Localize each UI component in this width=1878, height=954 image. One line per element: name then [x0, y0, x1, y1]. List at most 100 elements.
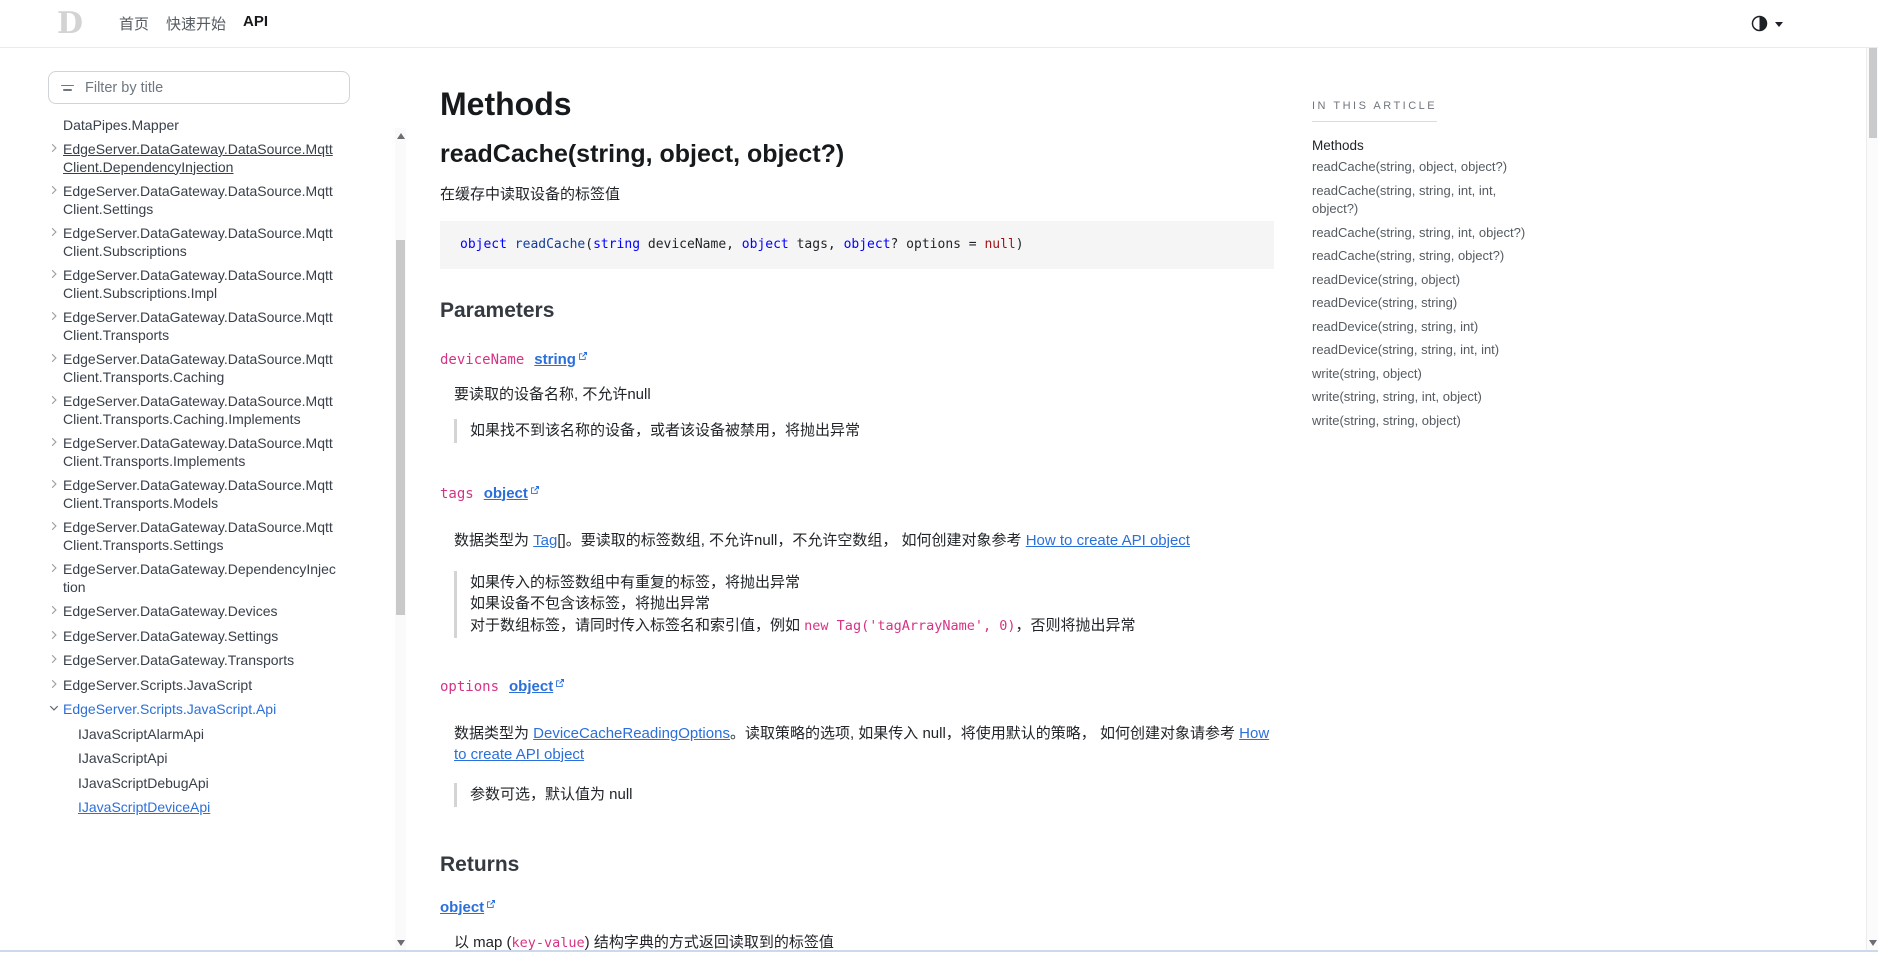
- article-toc-link[interactable]: readCache(string, string, int, int, obje…: [1312, 182, 1538, 219]
- article-toc-root-link[interactable]: Methods: [1312, 138, 1538, 153]
- article-toc-link[interactable]: readCache(string, object, object?): [1312, 158, 1538, 177]
- inline-link[interactable]: How to create API object: [1026, 532, 1190, 549]
- sidebar-item[interactable]: EdgeServer.DataGateway.DataSource.MqttCl…: [48, 306, 350, 348]
- chevron-right-icon[interactable]: [48, 678, 63, 690]
- site-logo[interactable]: D: [57, 9, 83, 39]
- window-scrollbar-thumb[interactable]: [1869, 38, 1877, 138]
- sidebar-item-label[interactable]: EdgeServer.DataGateway.Settings: [63, 628, 339, 646]
- chevron-right-icon[interactable]: [48, 478, 63, 490]
- scroll-up-arrow-icon[interactable]: [397, 133, 405, 139]
- parameter-type-label: object: [509, 678, 553, 695]
- sidebar-item-label[interactable]: EdgeServer.DataGateway.DataSource.MqttCl…: [63, 393, 339, 428]
- sidebar-item-label[interactable]: EdgeServer.Scripts.JavaScript.Api: [63, 701, 339, 719]
- inline-link[interactable]: Tag: [533, 532, 557, 549]
- code-token: tags,: [789, 237, 844, 252]
- chevron-right-icon[interactable]: [48, 310, 63, 322]
- sidebar-item[interactable]: EdgeServer.DataGateway.DataSource.MqttCl…: [48, 348, 350, 390]
- sidebar-item-label[interactable]: EdgeServer.DataGateway.DataSource.MqttCl…: [63, 435, 339, 470]
- sidebar-item-label[interactable]: IJavaScriptDebugApi: [78, 775, 350, 793]
- text-part: key-value: [512, 935, 585, 951]
- scroll-down-arrow-icon[interactable]: [397, 940, 405, 946]
- parameter-type-link[interactable]: string: [534, 351, 588, 368]
- sidebar-item[interactable]: EdgeServer.DataGateway.DataSource.MqttCl…: [48, 222, 350, 264]
- chevron-right-icon[interactable]: [48, 702, 63, 714]
- article-toc-link[interactable]: write(string, string, int, object): [1312, 388, 1538, 407]
- sidebar-item[interactable]: EdgeServer.DataGateway.DataSource.MqttCl…: [48, 432, 350, 474]
- sidebar-scrollbar-thumb[interactable]: [396, 240, 405, 615]
- filter-box[interactable]: [48, 71, 350, 104]
- sidebar-item[interactable]: EdgeServer.Scripts.JavaScript: [48, 673, 350, 698]
- sidebar-item[interactable]: EdgeServer.DataGateway.DependencyInjecti…: [48, 558, 350, 600]
- chevron-right-icon[interactable]: [48, 226, 63, 238]
- returns-heading: Returns: [440, 851, 1274, 879]
- inline-link[interactable]: DeviceCacheReadingOptions: [533, 725, 730, 742]
- scroll-down-arrow-icon[interactable]: [1869, 940, 1877, 946]
- sidebar-scrollbar[interactable]: [395, 128, 406, 952]
- sidebar-item[interactable]: EdgeServer.Scripts.JavaScript.Api: [48, 698, 350, 723]
- chevron-right-icon[interactable]: [48, 436, 63, 448]
- sidebar-item-label[interactable]: EdgeServer.DataGateway.Transports: [63, 652, 339, 670]
- article-toc-link[interactable]: readDevice(string, string, int): [1312, 318, 1538, 337]
- sidebar-item[interactable]: EdgeServer.DataGateway.DataSource.MqttCl…: [48, 390, 350, 432]
- sidebar-item-label[interactable]: EdgeServer.DataGateway.DataSource.MqttCl…: [63, 141, 339, 176]
- chevron-right-icon[interactable]: [48, 142, 63, 154]
- sidebar-item-label[interactable]: EdgeServer.DataGateway.DependencyInjecti…: [63, 561, 339, 596]
- method-summary: 在缓存中读取设备的标签值: [440, 184, 1274, 205]
- sidebar-item[interactable]: EdgeServer.DataGateway.Settings: [48, 624, 350, 649]
- parameter-type-link[interactable]: object: [509, 678, 565, 695]
- sidebar-item[interactable]: EdgeServer.DataGateway.Devices: [48, 600, 350, 625]
- article-toc-link[interactable]: readDevice(string, object): [1312, 271, 1538, 290]
- article-toc-link[interactable]: readCache(string, string, object?): [1312, 247, 1538, 266]
- sidebar-item-label[interactable]: DataPipes.Mapper: [63, 117, 339, 135]
- text-part: ) 结构字典的方式返回读取到的标签值: [585, 934, 834, 951]
- sidebar-item-label[interactable]: EdgeServer.Scripts.JavaScript: [63, 677, 339, 695]
- navbar-link[interactable]: API: [243, 13, 268, 30]
- sidebar-item-label[interactable]: EdgeServer.DataGateway.DataSource.MqttCl…: [63, 225, 339, 260]
- sidebar-item-label[interactable]: EdgeServer.DataGateway.DataSource.MqttCl…: [63, 519, 339, 554]
- chevron-right-icon[interactable]: [48, 394, 63, 406]
- chevron-right-icon[interactable]: [48, 653, 63, 665]
- sidebar-item[interactable]: EdgeServer.DataGateway.DataSource.MqttCl…: [48, 474, 350, 516]
- article-toc-link[interactable]: readDevice(string, string, int, int): [1312, 341, 1538, 360]
- sidebar-item[interactable]: EdgeServer.DataGateway.DataSource.MqttCl…: [48, 180, 350, 222]
- article-toc-link[interactable]: write(string, object): [1312, 365, 1538, 384]
- sidebar-item[interactable]: EdgeServer.DataGateway.Transports: [48, 649, 350, 674]
- sidebar-item[interactable]: IJavaScriptApi: [48, 747, 350, 772]
- parameter-type-link[interactable]: object: [484, 485, 540, 502]
- chevron-right-icon[interactable]: [48, 352, 63, 364]
- chevron-right-icon[interactable]: [48, 562, 63, 574]
- window-scrollbar[interactable]: [1866, 0, 1878, 952]
- chevron-right-icon[interactable]: [48, 520, 63, 532]
- chevron-right-icon[interactable]: [48, 268, 63, 280]
- navbar-link[interactable]: 首页: [119, 16, 149, 33]
- article-toc-link[interactable]: readDevice(string, string): [1312, 294, 1538, 313]
- returns-type-link[interactable]: object: [440, 899, 496, 916]
- sidebar-item[interactable]: EdgeServer.DataGateway.DataSource.MqttCl…: [48, 264, 350, 306]
- sidebar-item[interactable]: EdgeServer.DataGateway.DataSource.MqttCl…: [48, 138, 350, 180]
- sidebar-item-label[interactable]: IJavaScriptDeviceApi: [78, 799, 350, 817]
- sidebar-item[interactable]: IJavaScriptDeviceApi: [48, 796, 350, 821]
- code-token: readCache: [515, 237, 585, 252]
- sidebar-item[interactable]: IJavaScriptAlarmApi: [48, 722, 350, 747]
- sidebar-item-label[interactable]: EdgeServer.DataGateway.DataSource.MqttCl…: [63, 267, 339, 302]
- sidebar-item-label[interactable]: EdgeServer.DataGateway.Devices: [63, 603, 339, 621]
- sidebar-item-label[interactable]: EdgeServer.DataGateway.DataSource.MqttCl…: [63, 309, 339, 344]
- text-part: 对于数组标签，请同时传入标签名和索引值，例如: [470, 617, 804, 634]
- sidebar-item-label[interactable]: IJavaScriptAlarmApi: [78, 726, 350, 744]
- sidebar-item[interactable]: IJavaScriptDebugApi: [48, 771, 350, 796]
- sidebar-item-label[interactable]: EdgeServer.DataGateway.DataSource.MqttCl…: [63, 351, 339, 386]
- filter-input[interactable]: [83, 79, 337, 97]
- theme-toggle-button[interactable]: [1751, 15, 1783, 32]
- chevron-right-icon[interactable]: [48, 629, 63, 641]
- article-toc-link[interactable]: readCache(string, string, int, object?): [1312, 224, 1538, 243]
- navbar-link[interactable]: 快速开始: [166, 16, 226, 33]
- sidebar-item[interactable]: DataPipes.Mapper: [48, 113, 350, 138]
- sidebar-item-label[interactable]: EdgeServer.DataGateway.DataSource.MqttCl…: [63, 183, 339, 218]
- parameter-name: deviceName: [440, 352, 524, 368]
- chevron-right-icon[interactable]: [48, 604, 63, 616]
- article-toc-link[interactable]: write(string, string, object): [1312, 412, 1538, 431]
- sidebar-item-label[interactable]: EdgeServer.DataGateway.DataSource.MqttCl…: [63, 477, 339, 512]
- chevron-right-icon[interactable]: [48, 184, 63, 196]
- sidebar-item-label[interactable]: IJavaScriptApi: [78, 750, 350, 768]
- sidebar-item[interactable]: EdgeServer.DataGateway.DataSource.MqttCl…: [48, 516, 350, 558]
